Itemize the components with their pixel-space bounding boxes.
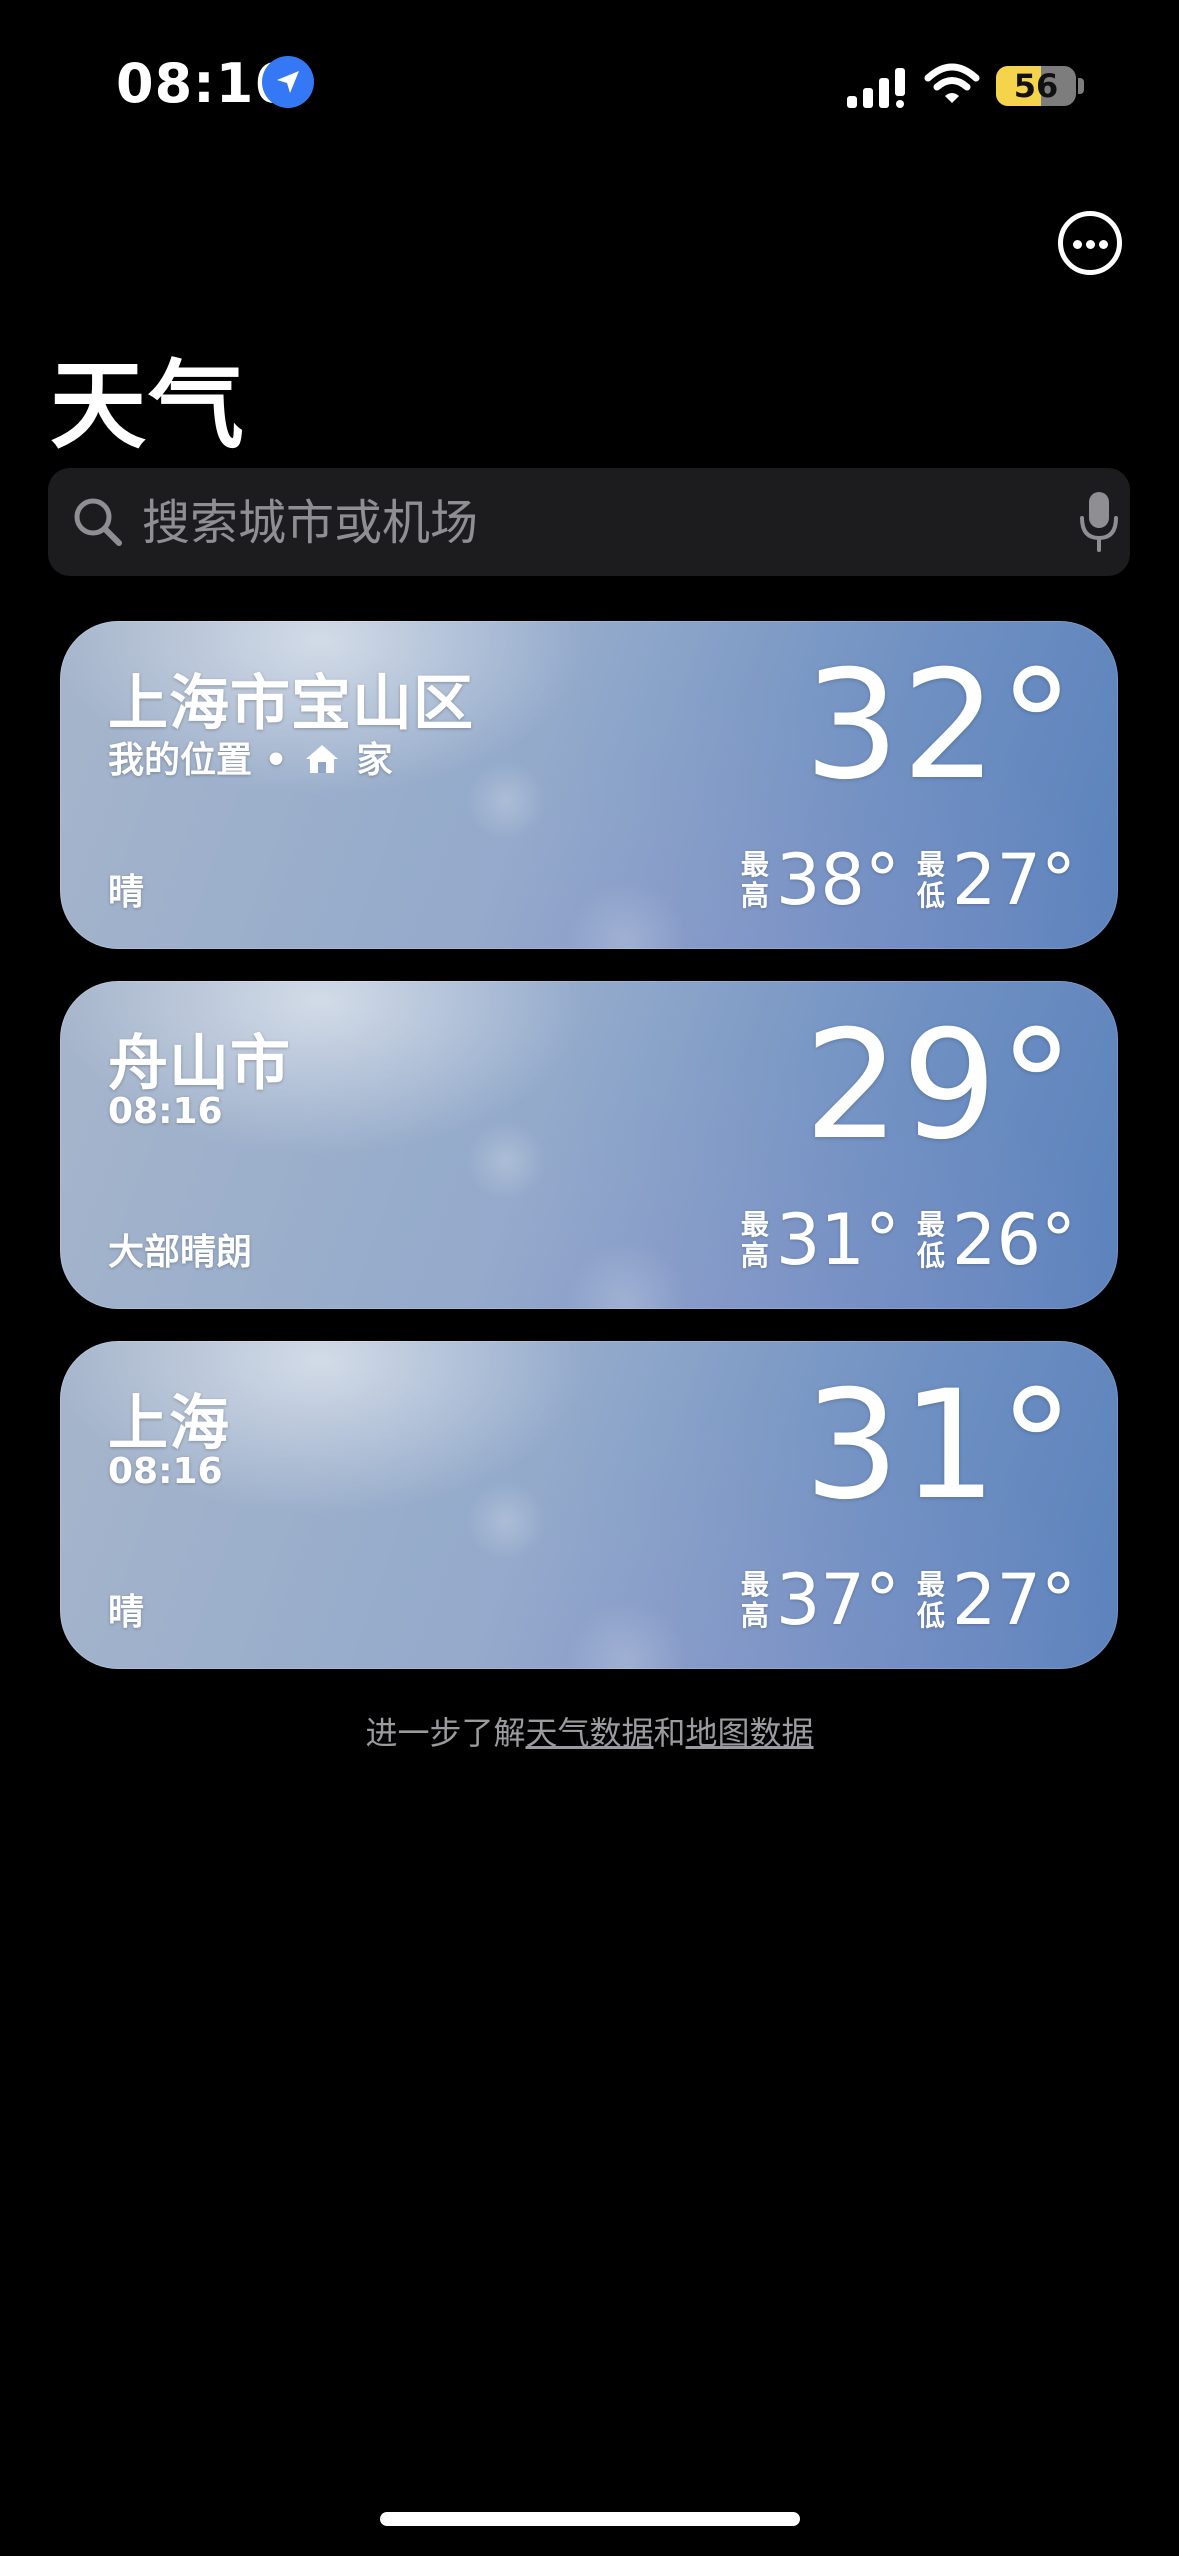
home-indicator[interactable] [380, 2512, 800, 2526]
high-low-temps: 最高 31° 最低 26° [740, 1199, 1076, 1281]
map-data-link[interactable]: 地图数据 [686, 1714, 814, 1752]
weather-app-screen: 08:16 56 天气 搜索城市或机场 上海市宝山区 我的位置 • 家 32° … [0, 0, 1179, 2556]
city-local-time: 08:16 [108, 1451, 223, 1492]
ellipsis-dot [1086, 240, 1095, 249]
high-low-temps: 最高 37° 最低 27° [740, 1559, 1076, 1641]
ellipsis-dot [1073, 240, 1082, 249]
battery-nub [1078, 78, 1084, 94]
high-temp: 37° [775, 1559, 900, 1641]
microphone-icon[interactable] [1078, 490, 1120, 554]
weather-condition: 大部晴朗 [108, 1232, 253, 1273]
high-label: 最高 [740, 1568, 769, 1632]
home-icon [306, 745, 339, 773]
low-temp: 27° [951, 1559, 1076, 1641]
battery-level: 56 [1013, 67, 1059, 105]
search-input[interactable] [140, 486, 994, 560]
battery-icon: 56 [996, 66, 1076, 106]
city-name: 舟山市 [108, 1029, 291, 1099]
weather-condition: 晴 [108, 872, 145, 913]
low-label: 最低 [916, 1208, 945, 1272]
high-label: 最高 [740, 848, 769, 912]
data-attribution: 进一步了解天气数据和地图数据 [0, 1708, 1179, 1754]
attribution-prefix: 进一步了解 [365, 1714, 526, 1752]
weather-data-link[interactable]: 天气数据 [525, 1714, 653, 1752]
location-arrow-icon [262, 56, 314, 108]
city-name: 上海市宝山区 [108, 669, 474, 739]
city-local-time: 08:16 [108, 1091, 223, 1132]
more-options-button[interactable] [1058, 211, 1122, 275]
low-label: 最低 [916, 848, 945, 912]
current-temperature: 32° [804, 639, 1076, 813]
search-icon [74, 498, 122, 546]
weather-condition: 晴 [108, 1592, 145, 1633]
high-temp: 31° [775, 1199, 900, 1281]
high-low-temps: 最高 38° 最低 27° [740, 839, 1076, 921]
city-card-zhoushan[interactable]: 舟山市 08:16 29° 大部晴朗 最高 31° 最低 26° [60, 981, 1118, 1309]
cellular-signal-icon [847, 68, 905, 108]
home-label: 家 [356, 740, 393, 781]
page-title: 天气 [50, 350, 246, 462]
wifi-icon [924, 63, 980, 103]
city-card-shanghai[interactable]: 上海 08:16 31° 晴 最高 37° 最低 27° [60, 1341, 1118, 1669]
high-label: 最高 [740, 1208, 769, 1272]
low-temp: 27° [951, 839, 1076, 921]
my-location-label: 我的位置 • [108, 740, 288, 781]
search-bar[interactable] [48, 468, 1130, 576]
high-temp: 38° [775, 839, 900, 921]
low-temp: 26° [951, 1199, 1076, 1281]
attribution-conjunction: 和 [653, 1714, 686, 1752]
city-name: 上海 [108, 1389, 230, 1459]
current-temperature: 29° [804, 999, 1076, 1173]
city-card-baoshan[interactable]: 上海市宝山区 我的位置 • 家 32° 晴 最高 38° 最低 27° [60, 621, 1118, 949]
ellipsis-dot [1099, 240, 1108, 249]
current-temperature: 31° [804, 1359, 1076, 1533]
low-label: 最低 [916, 1568, 945, 1632]
city-subtitle: 我的位置 • 家 [108, 731, 393, 783]
